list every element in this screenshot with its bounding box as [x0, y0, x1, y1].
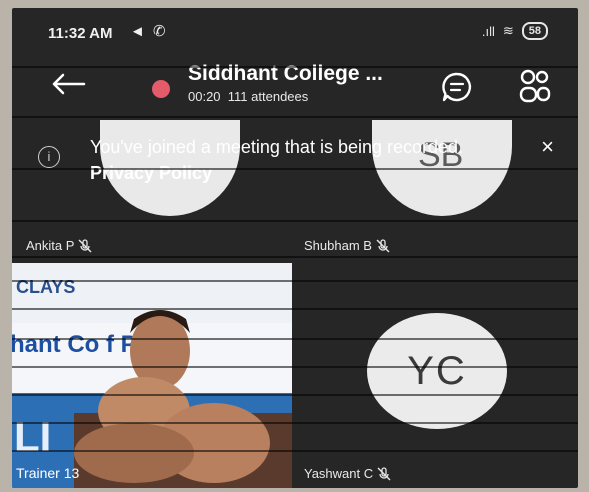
scanline	[12, 394, 578, 396]
participants-icon[interactable]	[518, 68, 552, 104]
video-tile-trainer[interactable]: CLAYS hant Co f Phar LI Trainer 13	[12, 263, 292, 488]
mic-off-icon	[376, 238, 390, 252]
info-icon: i	[38, 146, 60, 168]
wifi-icon: ≋	[502, 23, 514, 38]
participant-name-ankita: Ankita P	[26, 238, 92, 253]
status-time: 11:32 AM	[48, 25, 113, 42]
banner-text: You've joined a meeting that is being re…	[90, 134, 470, 186]
scanline	[12, 66, 578, 68]
attendee-count: 111 attendees	[227, 89, 309, 104]
participant-name-yashwant: Yashwant C	[304, 466, 391, 481]
scanline	[12, 168, 578, 170]
call-duration: 00:20	[188, 89, 221, 104]
notification-icons: ◄ ✆	[130, 23, 168, 40]
scanline	[12, 308, 578, 310]
back-arrow-icon[interactable]	[50, 72, 86, 96]
status-bar: 11:32 AM ◄ ✆ .ıll ≋ 58	[12, 8, 578, 52]
scanline	[12, 450, 578, 452]
signal-icon: .ıll	[481, 23, 495, 39]
scanline	[12, 280, 578, 282]
scanline	[12, 256, 578, 258]
banner-message: You've joined a meeting that is being re…	[90, 137, 464, 157]
scanline	[12, 338, 578, 340]
privacy-policy-link[interactable]: Privacy Policy	[90, 163, 212, 183]
recording-indicator	[152, 80, 170, 98]
scanline	[12, 366, 578, 368]
mic-off-icon	[78, 238, 92, 252]
scanline	[12, 220, 578, 222]
participant-name: Yashwant C	[304, 466, 374, 481]
meeting-subtitle: 00:20 111 attendees	[188, 89, 308, 104]
participant-name-shubham: Shubham B	[304, 238, 390, 253]
avatar-yashwant: YC	[367, 313, 507, 429]
participant-name: Ankita P	[26, 238, 75, 253]
chat-icon[interactable]	[440, 70, 474, 104]
participant-name: Shubham B	[304, 238, 372, 253]
recording-banner: i You've joined a meeting that is being …	[38, 130, 568, 196]
scanline	[12, 116, 578, 118]
participant-name-trainer: Trainer 13	[16, 465, 80, 481]
slide-bottom-text: LI	[14, 413, 52, 460]
meeting-screen: 11:32 AM ◄ ✆ .ıll ≋ 58 Siddhant College …	[12, 8, 578, 488]
close-icon[interactable]: ×	[541, 134, 554, 160]
scanline	[12, 422, 578, 424]
speaker-video	[74, 310, 292, 488]
battery-icon: 58	[521, 22, 548, 40]
call-header: Siddhant College ... 00:20 111 attendees	[12, 52, 578, 112]
status-right: .ıll ≋ 58	[482, 22, 548, 40]
mic-off-icon	[377, 466, 391, 480]
